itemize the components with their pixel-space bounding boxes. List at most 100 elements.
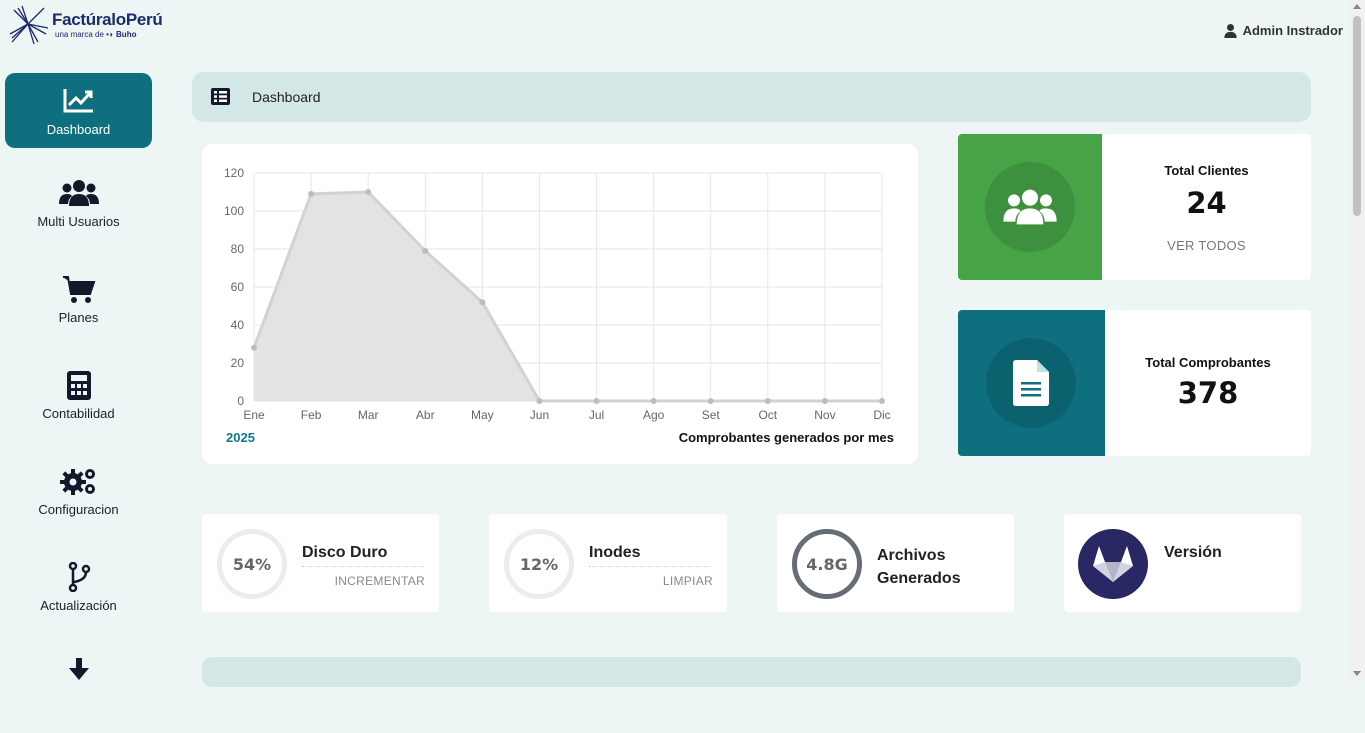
data-point [821,398,828,404]
data-point [251,344,257,351]
data-point [650,398,657,404]
user-name: Admin Instrador [1242,23,1343,38]
info-title: Archivos Generados [877,544,961,590]
sidebar-item-label: Multi Usuarios [37,214,120,229]
data-point [422,247,429,254]
y-tick-label: 60 [231,280,245,294]
y-tick-label: 0 [237,394,244,408]
sidebar: Dashboard Multi Usuarios Planes Contabil… [0,72,158,680]
breadcrumb-label: Dashboard [252,89,321,105]
stat-title: Total Clientes [1164,163,1249,178]
brand-name: FactúraloPerú [52,10,163,29]
sidebar-item-contabilidad[interactable]: Contabilidad [5,370,152,445]
sidebar-item-dashboard[interactable]: Dashboard [5,73,152,148]
data-point [593,398,600,404]
y-tick-label: 40 [231,318,245,332]
sidebar-item-label: Dashboard [46,122,111,137]
incrementar-link[interactable]: INCREMENTAR [335,574,425,588]
x-tick-label: Set [702,408,721,422]
chart-line-icon [63,89,93,113]
brand-subtitle: una marca de •◗ Buho [55,30,136,39]
y-tick-label: 80 [231,242,245,256]
sidebar-item-configuracion[interactable]: Configuracion [5,466,152,541]
stat-value: 24 [1186,186,1227,220]
users-icon [1003,189,1057,225]
user-icon [1223,23,1237,38]
sidebar-item-label: Planes [58,310,99,325]
info-card-disco: 54% Disco Duro INCREMENTAR [202,514,439,612]
files-size-ring: 4.8G [792,529,862,599]
x-tick-label: Abr [416,408,435,422]
y-tick-label: 100 [224,204,244,218]
chart-year: 2025 [226,430,255,445]
ver-todos-link[interactable]: VER TODOS [1102,238,1311,253]
x-tick-label: Jul [589,408,604,422]
bird-logo-icon [9,5,49,45]
info-card-version: Versión [1064,514,1301,612]
y-tick-label: 120 [224,166,244,180]
chart-caption: Comprobantes generados por mes [678,430,894,445]
data-point [536,398,543,404]
scroll-thumb[interactable] [1353,16,1361,216]
users-icon [58,180,99,206]
info-title: Disco Duro [302,544,424,567]
cart-icon [62,276,95,303]
data-point [308,190,315,197]
x-tick-label: Jun [530,408,549,422]
stat-panel [958,134,1102,280]
y-tick-label: 20 [231,356,245,370]
info-title-line2: Generados [877,570,961,587]
download-icon [68,658,89,680]
info-card-archivos: 4.8G Archivos Generados [777,514,1014,612]
sidebar-item-planes[interactable]: Planes [5,274,152,349]
monthly-chart: 0 20 40 60 80 100 120 Ene Feb Mar Abr May Jun Jul Ago S… [224,166,891,422]
x-tick-label: Ago [643,408,665,422]
data-point [365,189,372,195]
stat-circle [986,338,1076,428]
info-title-line1: Archivos [877,547,946,564]
scroll-up-arrow[interactable] [1353,4,1361,9]
bottom-panel [202,657,1301,687]
calculator-icon [66,371,91,400]
scroll-down-arrow[interactable] [1353,671,1361,676]
sidebar-item-multi-usuarios[interactable]: Multi Usuarios [5,178,152,253]
brand-logo[interactable]: FactúraloPerú una marca de •◗ Buho [8,4,168,46]
x-tick-label: Mar [358,408,379,422]
sidebar-item-label: Contabilidad [42,406,115,421]
x-tick-label: May [471,408,494,422]
stat-circle [985,162,1075,252]
stat-panel [958,310,1105,456]
info-title: Inodes [589,544,711,567]
sidebar-item-label: Configuracion [38,502,119,517]
gitlab-icon [1078,529,1148,599]
info-title: Versión [1164,544,1222,561]
scrollbar[interactable] [1350,0,1365,680]
data-point [764,398,771,404]
list-icon [211,88,230,105]
stat-value: 378 [1177,376,1239,410]
stat-title: Total Comprobantes [1145,355,1271,370]
sidebar-item-label: Actualización [40,598,117,613]
brand-partner: Buho [116,30,137,39]
stat-card-comprobantes: Total Comprobantes 378 [958,310,1311,456]
x-tick-label: Ene [243,408,265,422]
branch-icon [68,562,90,592]
stat-card-clientes: Total Clientes 24 VER TODOS [958,134,1311,280]
data-point [479,299,486,306]
x-tick-label: Dic [873,408,890,422]
breadcrumb: Dashboard [192,72,1311,122]
chart-card: 0 20 40 60 80 100 120 Ene Feb Mar Abr May Jun Jul Ago S… [202,144,918,464]
x-tick-label: Oct [758,408,777,422]
disk-usage-ring: 54% [217,529,287,599]
sidebar-item-download[interactable] [5,658,152,733]
series-area [254,192,882,401]
sidebar-item-actualizacion[interactable]: Actualización [5,562,152,637]
limpiar-link[interactable]: LIMPIAR [663,574,713,588]
buho-icon: •◗ [106,30,114,39]
user-menu[interactable]: Admin Instrador [1223,23,1343,38]
inodes-usage-ring: 12% [504,529,574,599]
brand-sub-prefix: una marca de [55,30,104,39]
info-card-inodes: 12% Inodes LIMPIAR [489,514,727,612]
data-point [707,398,714,404]
data-point [879,398,885,404]
